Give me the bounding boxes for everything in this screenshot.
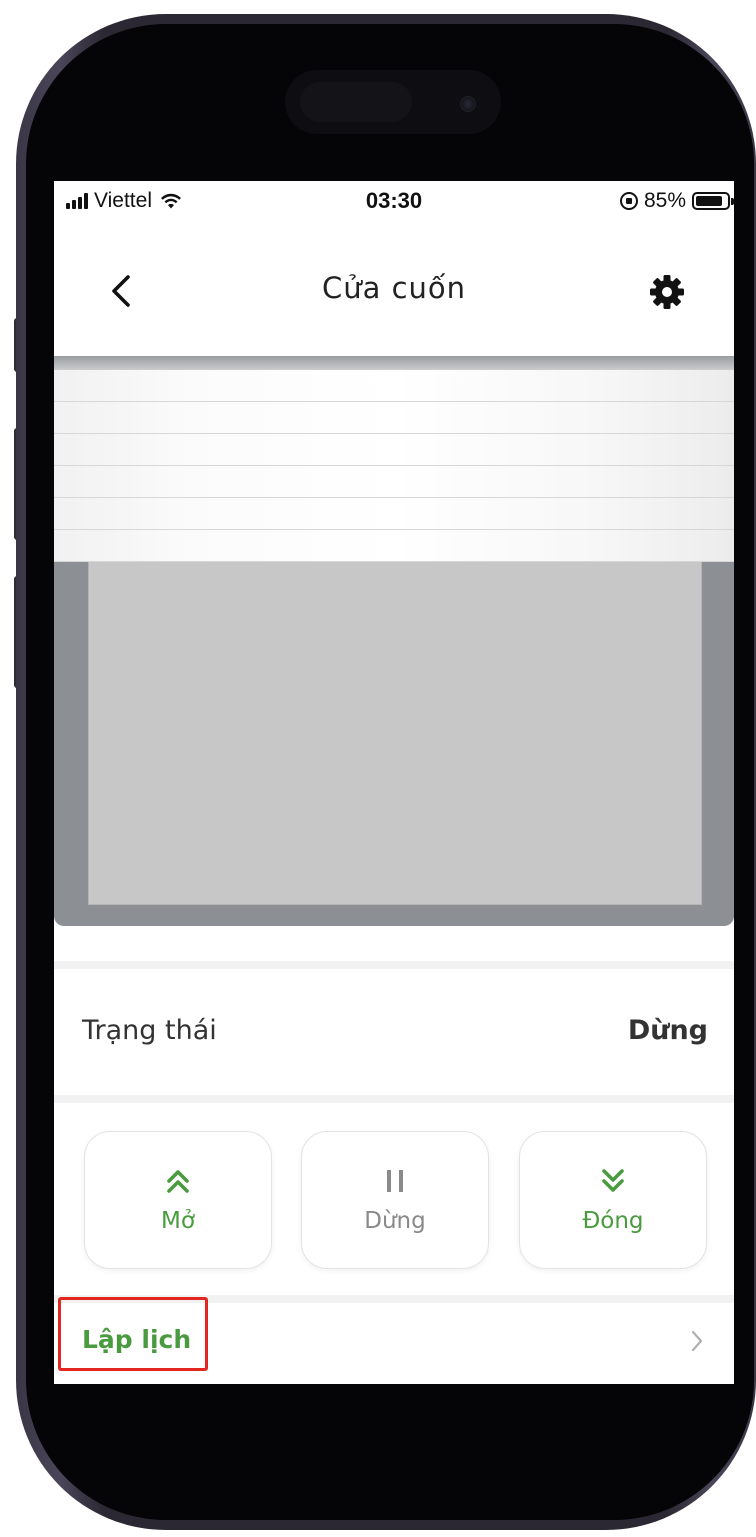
stop-button[interactable]: Dừng [301,1131,489,1269]
rotation-lock-icon [619,192,638,210]
shutter-slat [54,370,734,402]
shutter-slat [54,466,734,498]
battery-cap [731,198,734,205]
shutter-slat [54,498,734,530]
shutter-slats [54,370,734,562]
device-mockup: Viettel 03:30 85% Cửa cuốn Trạng thái Dừ… [0,0,756,1537]
double-chevron-up-icon [85,1166,271,1196]
stop-label: Dừng [364,1208,426,1234]
close-label: Đóng [582,1208,644,1234]
status-value: Dừng [627,1015,708,1046]
divider [54,1095,734,1103]
shutter-visual [54,356,734,926]
control-buttons: Mở Dừng Đóng [54,1105,734,1295]
gear-icon[interactable] [648,273,686,311]
app-header: Cửa cuốn [54,221,734,356]
page-title: Cửa cuốn [321,271,467,305]
battery-icon [692,192,734,210]
shutter-slat [54,402,734,434]
divider [54,961,734,969]
battery-level [696,196,722,206]
shutter-opening [88,556,702,905]
status-label: Trạng thái [82,1015,217,1046]
battery-percent: 85% [643,189,686,212]
status-bar: Viettel 03:30 85% [54,181,734,221]
open-button[interactable]: Mở [84,1131,272,1269]
highlight-annotation [58,1297,208,1371]
front-camera-icon [460,96,476,112]
shutter-slat [54,530,734,562]
pause-icon [302,1166,488,1196]
double-chevron-down-icon [520,1166,706,1196]
close-button[interactable]: Đóng [519,1131,707,1269]
dynamic-island-sensor [300,82,412,122]
chevron-right-icon [691,1330,703,1352]
open-label: Mở [161,1208,195,1234]
status-right: 85% [619,189,734,213]
status-row: Trạng thái Dừng [54,971,734,1097]
shutter-slat [54,434,734,466]
app-screen: Viettel 03:30 85% Cửa cuốn Trạng thái Dừ… [54,181,734,1384]
